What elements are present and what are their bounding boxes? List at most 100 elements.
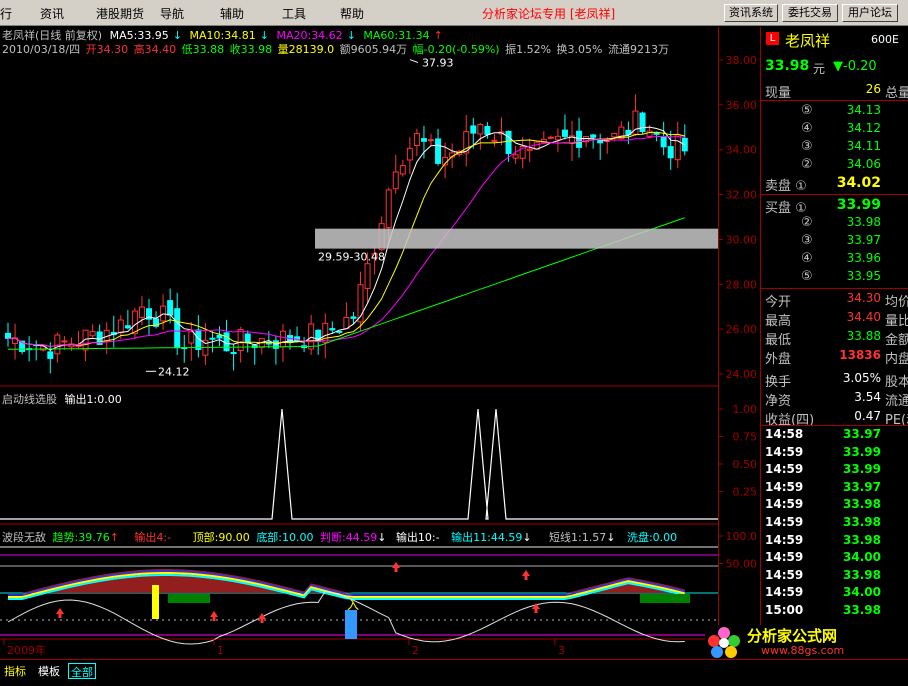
menu-item-trade[interactable]: 行 — [0, 5, 12, 21]
candle-body — [428, 139, 434, 142]
y-tick-label: 32.00 — [726, 189, 758, 202]
chart-canvas[interactable]: 29.59-30.4837.9324.12入2009年 1 2 3 — [0, 27, 718, 659]
candle-body — [216, 334, 223, 339]
tick-row: 14:59 33.98 — [761, 497, 908, 514]
candle-body — [646, 130, 653, 137]
buy-level-value: 33.95 — [846, 269, 881, 283]
tick-price: 33.98 — [843, 603, 881, 617]
tick-row: 14:59 33.98 — [761, 515, 908, 532]
candle-body — [47, 351, 54, 359]
stat-row-value: 3.05% — [842, 371, 881, 385]
candle-body — [554, 135, 561, 141]
tick-price: 33.98 — [843, 532, 881, 547]
chart-area[interactable]: 老凤祥(日线 前复权) MA5:33.95 ↓ MA10:34.81 ↓ MA20:… — [0, 27, 718, 659]
y-axis-area: 38.00 36.00 34.00 32.00 30.00 28.00 26.00 24.00… — [718, 27, 760, 659]
sell-level: ③ 34.11 — [761, 139, 908, 156]
candle-body — [512, 154, 519, 159]
watermark-brand: 分析家公式网 — [747, 627, 838, 645]
candle-body — [364, 263, 371, 289]
buy-level: ③ 33.97 — [761, 233, 908, 250]
now-volume-label: 现量 — [765, 86, 792, 101]
panel3-bottom: 底部:10.00 — [256, 531, 314, 544]
candle-body — [336, 330, 343, 333]
menu-item-news[interactable]: 资讯 — [40, 5, 64, 21]
buy-level-value: 33.96 — [846, 251, 881, 265]
candle-body — [639, 112, 646, 133]
y-tick-label: 34.00 — [726, 144, 758, 157]
y-tick-label: 30.00 — [726, 233, 758, 246]
forum-title: 分析家论坛专用 [老凤祥] — [482, 7, 616, 21]
tab-indicator[interactable]: 指标 — [2, 663, 28, 679]
out11-down-icon: ↓ — [522, 531, 532, 544]
total-volume-label: 总量 — [885, 86, 908, 101]
news-system-button[interactable]: 资讯系统 — [724, 4, 778, 22]
sell-level-value: 34.11 — [846, 139, 881, 153]
up-arrow-icon — [258, 613, 266, 623]
user-forum-button[interactable]: 用户论坛 — [842, 4, 898, 22]
candle-body — [484, 126, 491, 135]
flower-logo-icon — [708, 627, 740, 658]
candle-body — [279, 330, 286, 348]
trend-up-icon: ↑ — [109, 531, 119, 544]
tab-all[interactable]: 全部 — [68, 663, 96, 679]
candle-body — [117, 319, 124, 334]
candle-body — [406, 147, 413, 161]
buy-level-value: 33.99 — [836, 197, 881, 213]
menu-item-help[interactable]: 帮助 — [340, 5, 364, 21]
buy-level-label: ④ — [801, 251, 813, 266]
candle-body — [167, 300, 174, 316]
judge-down-icon: ↓ — [377, 531, 387, 544]
x-tick-label: 3 — [558, 644, 565, 657]
buy-bar — [345, 610, 357, 639]
menu-item-navigate[interactable]: 导航 — [160, 5, 184, 21]
tick-time: 14:59 — [765, 550, 804, 565]
watermark: 分析家公式网 www.88gs.com — [705, 625, 908, 659]
sell-level-label: ④ — [801, 121, 813, 136]
tick-row: 14:59 33.98 — [761, 568, 908, 585]
stat-row-tail: 流通 — [885, 394, 908, 409]
buy-level-label: ③ — [801, 233, 813, 248]
stock-name: 老凤祥 — [785, 32, 831, 50]
menu-item-hk-futures[interactable]: 港股期货 — [96, 5, 144, 21]
stat-row-value: 33.88 — [846, 329, 881, 343]
up-arrow-icon — [522, 570, 530, 580]
tab-template[interactable]: 模板 — [36, 663, 62, 679]
candle-body — [230, 352, 237, 355]
price-row: 33.98 元 ▼-0.20 — [761, 58, 908, 78]
up-arrow-icon — [56, 608, 64, 618]
tick-row: 14:59 33.98 — [761, 533, 908, 550]
buy-level: 买盘 ① 33.99 — [761, 197, 908, 216]
candle-body — [244, 333, 251, 344]
y-axis-canvas: 38.00 36.00 34.00 32.00 30.00 28.00 26.00 24.00… — [719, 54, 758, 571]
divider — [761, 100, 908, 101]
candle-body — [124, 325, 131, 329]
candle-body — [660, 135, 667, 148]
divider — [761, 194, 908, 195]
watermark-url: www.88gs.com — [761, 644, 845, 657]
tick-time: 14:59 — [765, 462, 804, 477]
stat-row-tail: 量比 — [885, 314, 908, 329]
trade-order-button[interactable]: 委托交易 — [782, 4, 838, 22]
panel3-out4: 输出4:- — [134, 531, 172, 544]
menu-item-tools[interactable]: 工具 — [282, 5, 306, 21]
panel3-trend: 趋势:39.76 — [52, 531, 110, 544]
panel3-top: 顶部:90.00 — [192, 531, 250, 544]
candle-body — [526, 148, 533, 151]
trend-area — [8, 569, 685, 593]
buy-level-value: 33.98 — [846, 215, 881, 229]
candle-body — [188, 331, 195, 344]
tick-row: 14:59 33.99 — [761, 462, 908, 479]
menu-item-assist[interactable]: 辅助 — [220, 5, 244, 21]
candle-body — [420, 138, 427, 142]
y-tick-label: 28.00 — [726, 278, 758, 291]
tick-price: 33.97 — [843, 427, 881, 441]
candle-body — [413, 133, 420, 147]
candle-body — [611, 132, 618, 138]
stat-row-label: 净资 — [765, 394, 792, 409]
support-zone — [315, 228, 718, 249]
y-tick-label: 38.00 — [726, 54, 758, 67]
buy-level-label: 买盘 ① — [765, 201, 807, 216]
tick-time: 15:00 — [765, 603, 804, 617]
candle-body — [505, 130, 512, 154]
stock-logo-icon: L — [766, 32, 779, 45]
